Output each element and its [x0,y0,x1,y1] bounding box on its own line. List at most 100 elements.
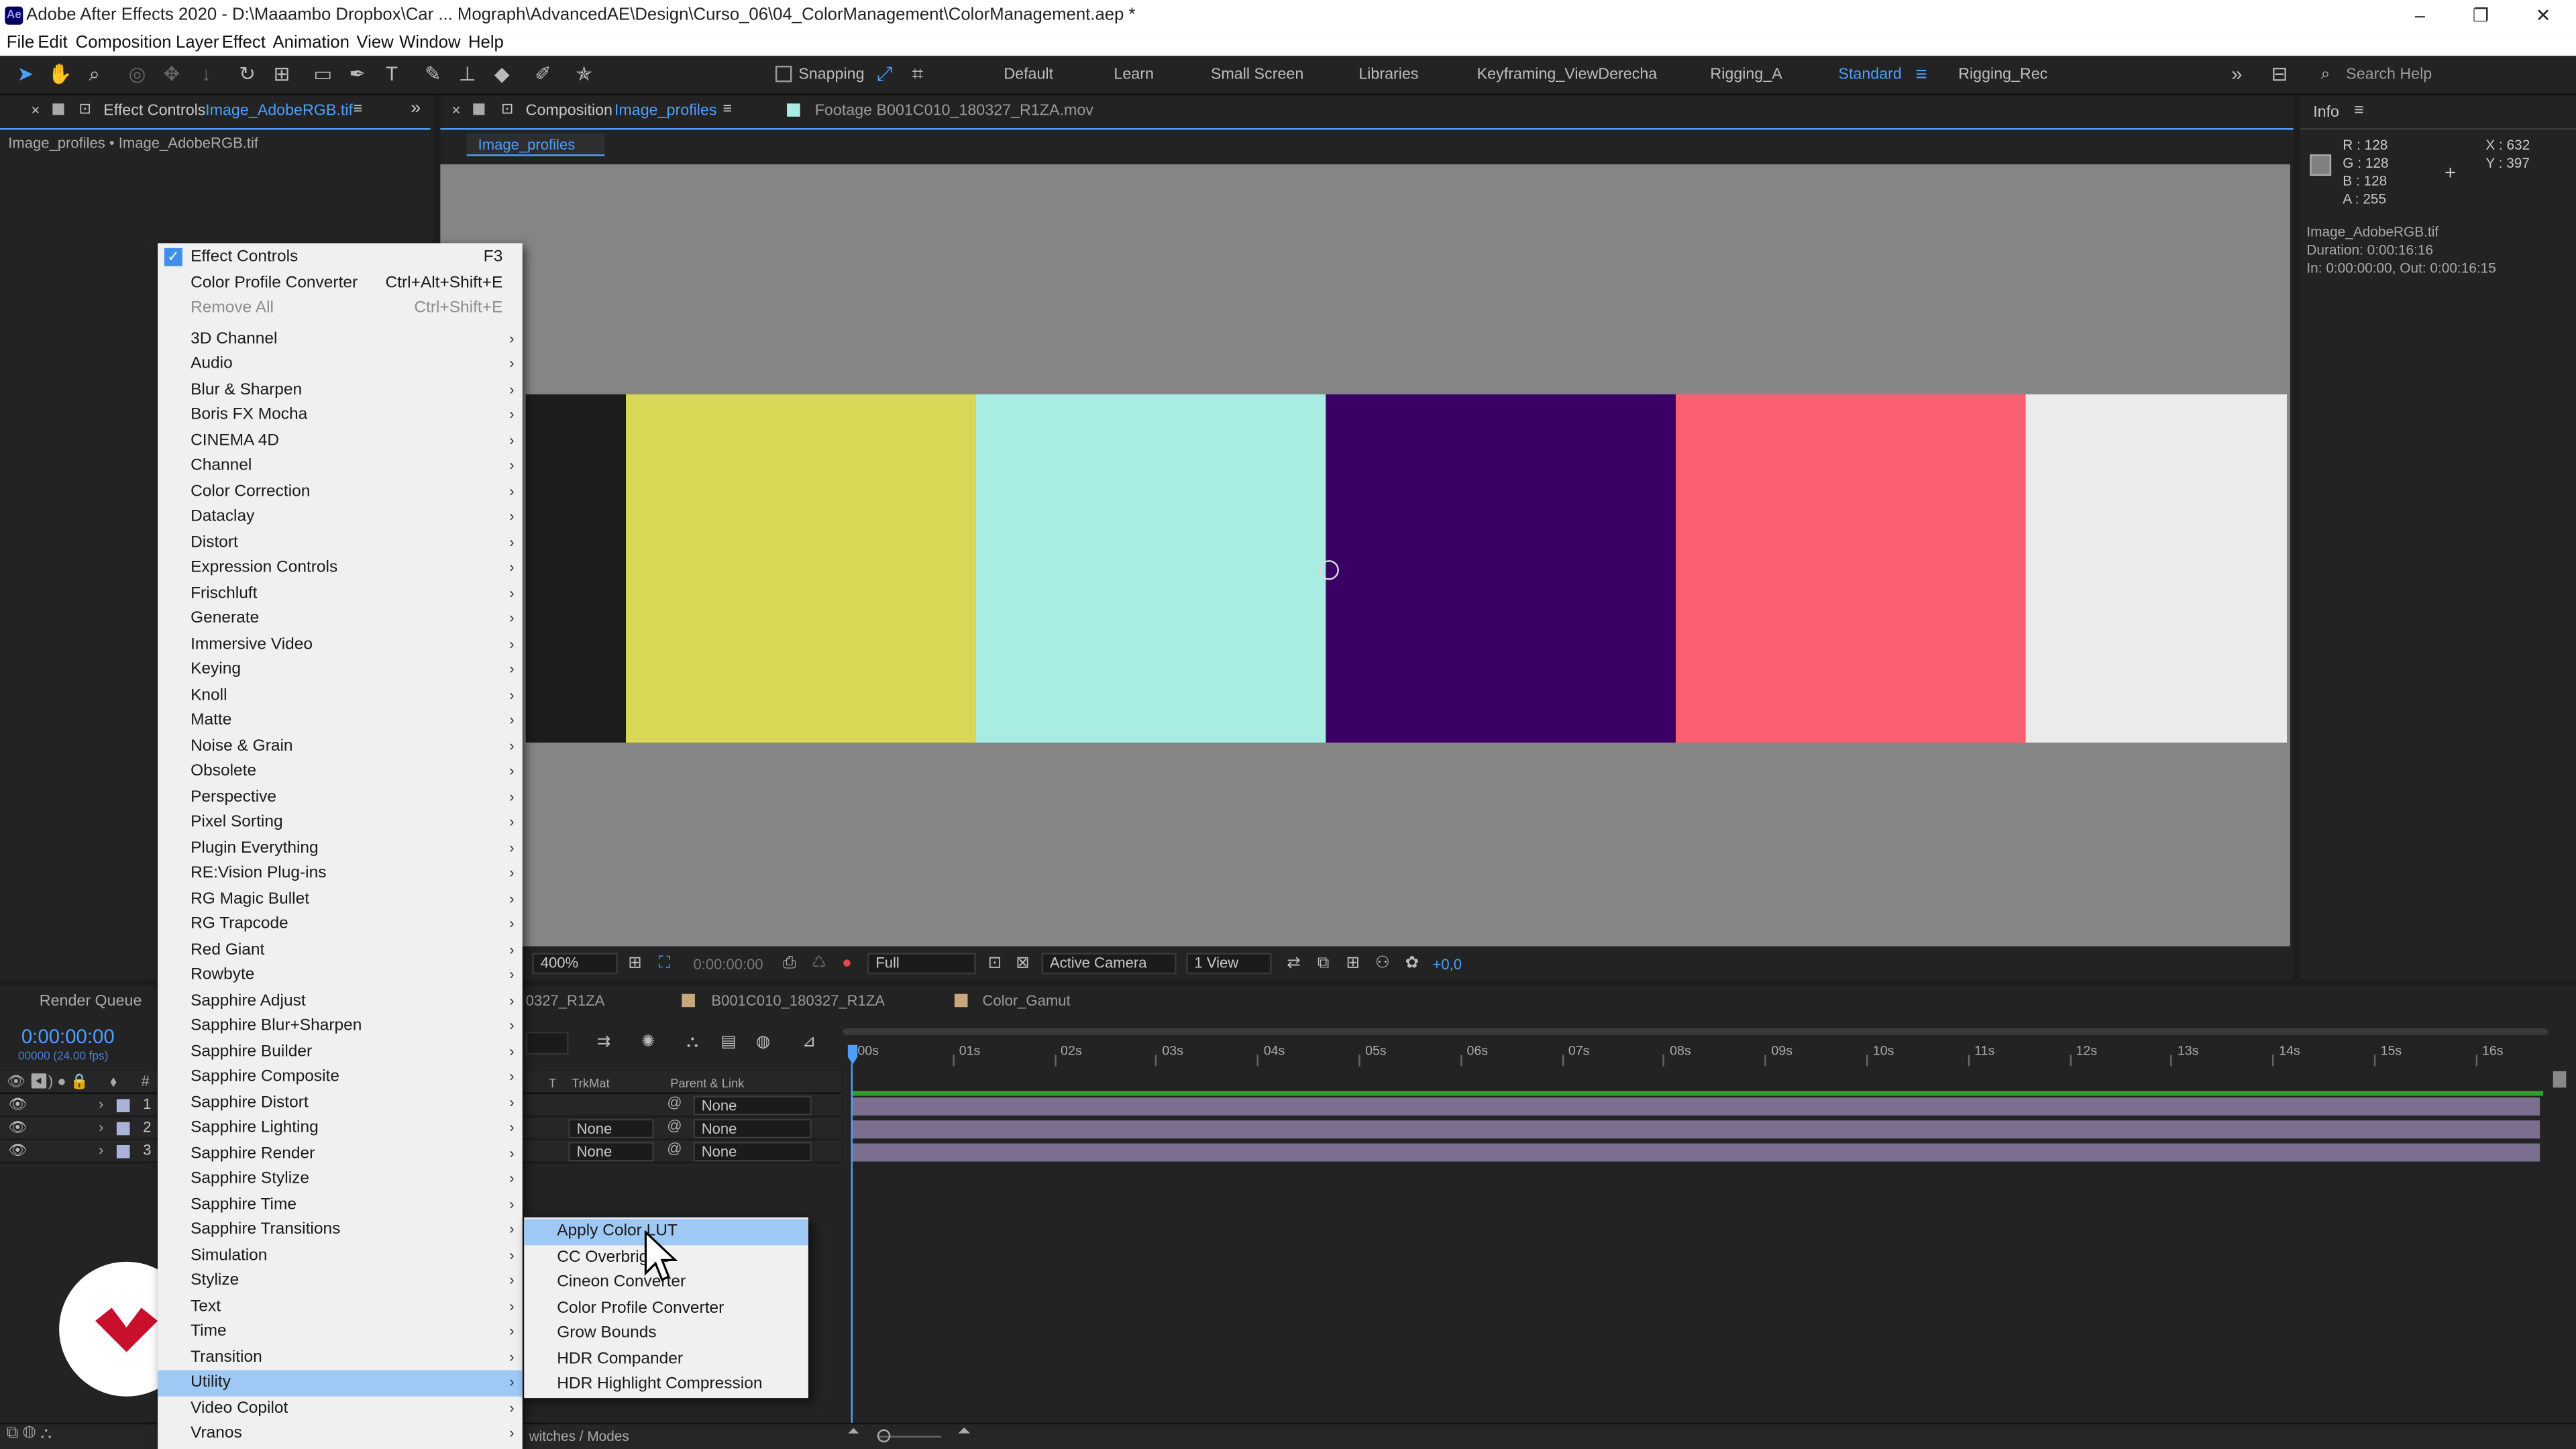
comp-breadcrumb[interactable]: Image_profiles [478,136,576,152]
menu-item-audio[interactable]: Audio › [158,352,523,377]
zoom-slider-handle[interactable] [877,1429,891,1443]
expand-layer-icon[interactable]: › [99,1142,103,1158]
pen-tool-icon[interactable]: ✒ [345,62,370,87]
menu-item-transition[interactable]: Transition › [158,1345,523,1371]
timeline-tab-1[interactable]: 0327_R1ZA [526,992,605,1008]
viewer-timecode[interactable]: 0:00:00:00 [693,956,763,972]
menu-window[interactable]: Window [399,33,460,52]
expand-layer-icon[interactable]: › [99,1095,103,1112]
menu-item-effect-controls[interactable]: ✓ Effect Controls F3 [158,245,523,270]
anchor-point-icon[interactable] [1319,560,1339,580]
composition-flowchart-icon[interactable]: ⇉ [592,1030,616,1055]
fast-previews-icon[interactable]: ⧉ [1311,951,1336,976]
render-queue-tab[interactable]: Render Queue [40,992,142,1010]
zoom-tool-icon[interactable]: ⌕ [82,62,107,87]
selection-tool-icon[interactable]: ➤ [13,62,38,87]
menu-item-boris-fx-mocha[interactable]: Boris FX Mocha › [158,402,523,428]
region-of-interest-icon[interactable]: ⊡ [983,951,1008,976]
snap-edges-icon[interactable]: ⤢ [872,62,897,87]
visibility-eye-icon[interactable]: 👁 [8,1142,27,1160]
clone-stamp-tool-icon[interactable]: ⊥ [455,62,480,87]
exposure-value[interactable]: +0,0 [1433,956,1462,972]
channels-icon[interactable]: ● [835,951,859,976]
composition-viewer[interactable] [440,164,2290,947]
hand-tool-icon[interactable]: ✋ [48,62,72,87]
menu-item-channel[interactable]: Channel › [158,453,523,479]
orbit-tool-icon[interactable]: ◎ [125,62,150,87]
footage-tab[interactable]: Footage B001C010_180327_R1ZA.mov [815,102,1093,120]
menu-item-red-giant[interactable]: Red Giant › [158,937,523,963]
menu-item-sapphire-distort[interactable]: Sapphire Distort › [158,1090,523,1116]
menu-item-sapphire-render[interactable]: Sapphire Render › [158,1141,523,1167]
rectangle-tool-icon[interactable]: ▭ [311,62,335,87]
panel-menu-icon[interactable]: ≡ [354,100,363,118]
menu-composition[interactable]: Composition [76,33,172,52]
workspace-panel-icon[interactable]: ⊟ [2267,62,2292,87]
submenu-item-color-profile-converter[interactable]: Color Profile Converter [524,1295,808,1321]
close-button[interactable]: ✕ [2518,3,2567,30]
menu-item-dataclay[interactable]: Dataclay › [158,504,523,530]
workspace-standard[interactable]: Standard [1838,66,1901,84]
workspace-default[interactable]: Default [1004,66,1053,84]
camera-dropdown[interactable]: Active Camera [1041,953,1177,975]
pickwhip-icon[interactable]: @ [667,1094,682,1110]
workspace-rigging-a[interactable]: Rigging_A [1710,66,1782,84]
search-help-input[interactable]: Search Help [2346,66,2432,84]
menu-item-re-vision-plug-ins[interactable]: RE:Vision Plug-ins › [158,861,523,886]
menu-view[interactable]: View [356,33,393,52]
menu-edit[interactable]: Edit [38,33,67,52]
zoom-out-icon[interactable]: ⏶ [848,1423,860,1441]
exposure-reset-icon[interactable]: ✿ [1400,951,1425,976]
composition-tab[interactable]: × ⊡ Composition Image_profiles ≡ Footage… [440,99,2293,128]
grid-icon[interactable]: ⊞ [623,951,647,976]
pickwhip-icon[interactable]: @ [667,1140,682,1157]
menu-item-vranos[interactable]: Vranos › [158,1421,523,1446]
eraser-tool-icon[interactable]: ◆ [490,62,515,87]
menu-item-sapphire-adjust[interactable]: Sapphire Adjust › [158,988,523,1014]
snapshot-icon[interactable]: ⎙ [777,951,802,976]
show-snapshot-icon[interactable]: ♺ [806,951,831,976]
pan-behind-tool-icon[interactable]: ⊞ [270,62,294,87]
flowchart-icon[interactable]: ⚇ [1370,951,1395,976]
timeline-tab-3[interactable]: Color_Gamut [983,992,1071,1008]
puppet-tool-icon[interactable]: ✯ [572,62,596,87]
submenu-item-hdr-compander[interactable]: HDR Compander [524,1346,808,1372]
dolly-tool-icon[interactable]: ↓ [194,62,219,87]
menu-item-color-correction[interactable]: Color Correction › [158,479,523,504]
menu-item-pixel-sorting[interactable]: Pixel Sorting › [158,810,523,835]
menu-item-rg-trapcode[interactable]: RG Trapcode › [158,912,523,937]
trkmat-dropdown[interactable]: None [568,1118,654,1139]
menu-item-remove-all[interactable]: Remove All Ctrl+Shift+E [158,296,523,321]
menu-item-sapphire-blur-sharpen[interactable]: Sapphire Blur+Sharpen › [158,1014,523,1039]
parent-dropdown[interactable]: None [693,1142,812,1162]
frame-blending-icon[interactable]: ▤ [716,1030,741,1055]
menu-item-simulation[interactable]: Simulation › [158,1243,523,1269]
menu-item-obsolete[interactable]: Obsolete › [158,759,523,784]
zoom-dropdown[interactable]: 400% [532,953,618,975]
parent-dropdown[interactable]: None [693,1095,812,1116]
zoom-in-icon[interactable]: ⏶ [958,1423,971,1441]
menu-item-sapphire-time[interactable]: Sapphire Time › [158,1192,523,1218]
menu-item-stylize[interactable]: Stylize › [158,1269,523,1294]
menu-item-sapphire-composite[interactable]: Sapphire Composite › [158,1065,523,1090]
layer-duration-bar[interactable] [851,1097,2540,1116]
menu-item-frischluft[interactable]: Frischluft › [158,581,523,606]
menu-file[interactable]: File [7,33,34,52]
restore-button[interactable]: ❐ [2456,3,2505,30]
menu-item-sapphire-builder[interactable]: Sapphire Builder › [158,1039,523,1065]
menu-item-cinema-4d[interactable]: CINEMA 4D › [158,428,523,453]
label-color-swatch[interactable] [116,1144,130,1159]
visibility-eye-icon[interactable]: 👁 [8,1095,27,1114]
menu-item-rowbyte[interactable]: Rowbyte › [158,963,523,988]
layer-search-input[interactable] [525,1031,569,1055]
menu-item-sapphire-stylize[interactable]: Sapphire Stylize › [158,1167,523,1192]
snapping-checkbox[interactable] [775,65,792,83]
menu-item-matte[interactable]: Matte › [158,708,523,734]
graph-editor-icon[interactable]: ⊿ [797,1030,822,1055]
effect-controls-tab[interactable]: × ⊡ Effect Controls Image_AdobeRGB.tif ≡ [0,99,434,128]
timeline-tab-2[interactable]: B001C010_180327_R1ZA [711,992,885,1008]
menu-item-utility[interactable]: Utility › [158,1370,523,1396]
menu-item-perspective[interactable]: Perspective › [158,784,523,810]
menu-item-distort[interactable]: Distort › [158,530,523,555]
roto-brush-tool-icon[interactable]: ✐ [531,62,555,87]
